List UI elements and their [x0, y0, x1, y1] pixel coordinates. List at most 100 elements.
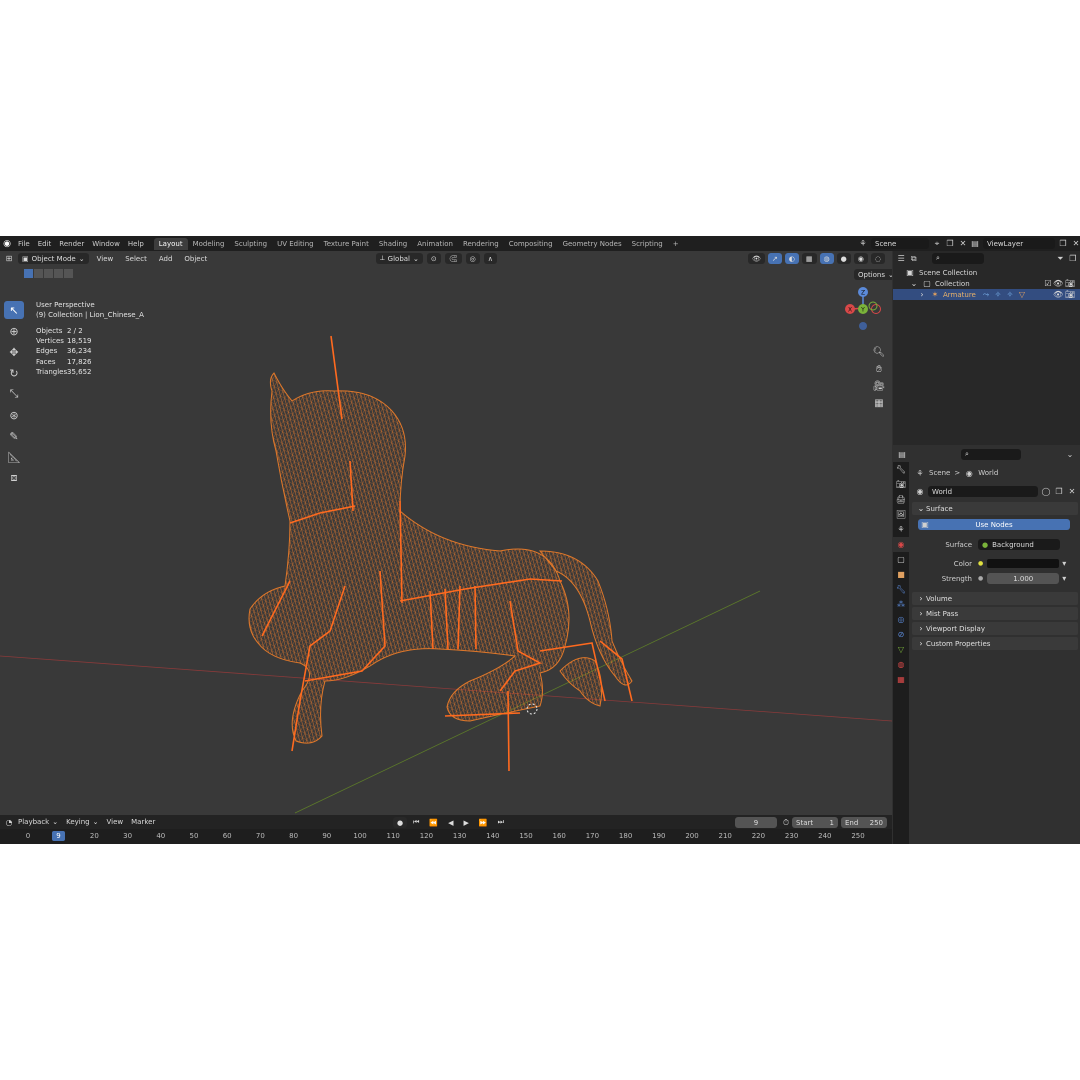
scene-icon[interactable]: ⚘ — [858, 239, 868, 248]
solid-shading-icon[interactable]: ● — [836, 253, 851, 264]
modifier-tab-icon[interactable]: 🔧︎ — [893, 582, 909, 597]
menu-object[interactable]: Object — [180, 253, 211, 264]
tab-animation[interactable]: Animation — [412, 238, 458, 250]
physics-tab-icon[interactable]: ◎ — [893, 612, 909, 627]
menu-playback[interactable]: Playback ⌄ — [14, 817, 62, 828]
render-tab-icon[interactable]: 📷︎ — [893, 477, 909, 492]
chevron-down-icon[interactable]: ▾ — [1059, 559, 1069, 568]
current-frame-input[interactable]: 9 — [735, 817, 777, 828]
snap-icon[interactable]: 🧲︎ — [444, 253, 462, 264]
outliner-search-input[interactable]: ⌕ — [931, 253, 985, 264]
panel-custom-properties[interactable]: › Custom Properties — [912, 637, 1078, 650]
world-name-field[interactable]: World — [928, 486, 1038, 497]
measure-tool-icon[interactable]: 📐︎ — [4, 448, 24, 466]
options-dropdown[interactable]: Options ⌄ — [854, 269, 892, 280]
new-collection-icon[interactable]: ❐ — [1069, 254, 1077, 263]
color-swatch[interactable] — [987, 559, 1060, 568]
expand-arrow-icon[interactable]: › — [917, 290, 927, 299]
panel-mist-pass[interactable]: › Mist Pass — [912, 607, 1078, 620]
select-new-icon[interactable] — [24, 269, 33, 278]
expand-arrow-icon[interactable]: ⌄ — [909, 279, 919, 288]
view-layer-icon[interactable]: ▤ — [970, 239, 980, 248]
render-camera-icon[interactable]: 📷︎ — [1065, 279, 1075, 288]
view-layer-field[interactable]: ViewLayer — [983, 238, 1055, 249]
xray-icon[interactable]: ▦ — [801, 253, 817, 264]
tab-geometry-nodes[interactable]: Geometry Nodes — [558, 238, 627, 250]
play-reverse-icon[interactable]: ◀ — [444, 817, 457, 828]
material-shading-icon[interactable]: ◉ — [853, 253, 868, 264]
constraints-tab-icon[interactable]: ⊘ — [893, 627, 909, 642]
strength-input[interactable]: 1.000 — [987, 573, 1060, 584]
fake-user-icon[interactable]: ◯ — [1041, 487, 1051, 496]
menu-edit[interactable]: Edit — [34, 240, 56, 248]
menu-view[interactable]: View — [93, 253, 118, 264]
output-tab-icon[interactable]: 🖨︎ — [893, 492, 909, 507]
panel-surface[interactable]: ⌄ Surface — [912, 502, 1078, 515]
visibility-icon[interactable]: 👁︎ — [748, 253, 765, 264]
select-extend-icon[interactable] — [34, 269, 43, 278]
frame-ruler[interactable]: 9 0 20 30 40 50 60 70 80 90 100 110 120 130 140 150 160… — [0, 829, 892, 844]
wireframe-shading-icon[interactable]: ◍ — [819, 253, 834, 264]
visibility-eye-icon[interactable]: 👁︎ — [1053, 290, 1063, 299]
data-tab-icon[interactable]: ▽ — [893, 642, 909, 657]
menu-window[interactable]: Window — [88, 240, 124, 248]
copy-view-layer-icon[interactable]: ❐ — [1058, 239, 1068, 248]
chevron-down-icon[interactable]: ⌄ — [1065, 450, 1075, 459]
add-workspace-button[interactable]: + — [668, 238, 684, 250]
panel-viewport-display[interactable]: › Viewport Display — [912, 622, 1078, 635]
record-icon[interactable]: ● — [393, 817, 408, 828]
world-tab-icon[interactable]: ◉ — [893, 537, 909, 552]
end-frame-input[interactable]: End 250 — [841, 817, 887, 828]
next-keyframe-icon[interactable]: ⏩ — [475, 817, 492, 828]
menu-add[interactable]: Add — [155, 253, 177, 264]
current-frame-marker[interactable]: 9 — [52, 831, 65, 841]
outliner-armature[interactable]: › ✶ Armature ⤳ ✧ ✧ ▽ 👁︎ 📷︎ — [893, 289, 1080, 300]
jump-start-icon[interactable]: ⏮ — [409, 817, 423, 828]
camera-view-icon[interactable]: 🎥︎ — [872, 381, 886, 395]
stopwatch-icon[interactable]: ⏱ — [781, 818, 791, 828]
visibility-eye-icon[interactable]: 👁︎ — [1053, 279, 1063, 288]
rotate-tool-icon[interactable]: ↻ — [4, 364, 24, 382]
collection-tab-icon[interactable]: ▢ — [893, 552, 909, 567]
editor-type-icon[interactable]: ⊞ — [4, 254, 14, 263]
zoom-icon[interactable]: 🔍︎ — [872, 347, 886, 361]
display-mode-icon[interactable]: ⧉ — [909, 254, 917, 264]
texture-tab-icon[interactable]: ▦ — [893, 672, 909, 687]
tab-modeling[interactable]: Modeling — [188, 238, 230, 250]
add-cube-tool-icon[interactable]: ⧈ — [4, 469, 24, 487]
orientation-dropdown[interactable]: ⟂ Global ⌄ — [376, 253, 423, 264]
menu-render[interactable]: Render — [55, 240, 88, 248]
tab-scripting[interactable]: Scripting — [627, 238, 668, 250]
use-nodes-button[interactable]: ▣ Use Nodes — [918, 519, 1070, 530]
pin-icon[interactable]: ⌖ — [932, 239, 942, 249]
render-camera-icon[interactable]: 📷︎ — [1065, 290, 1075, 299]
delete-view-layer-icon[interactable]: ✕ — [1071, 239, 1080, 248]
mode-dropdown[interactable]: ▣ Object Mode ⌄ — [18, 253, 89, 264]
world-icon[interactable]: ◉ — [915, 487, 925, 496]
ortho-grid-icon[interactable]: ▦ — [872, 398, 886, 412]
tab-compositing[interactable]: Compositing — [504, 238, 558, 250]
falloff-icon[interactable]: ∧ — [483, 253, 497, 264]
pan-hand-icon[interactable]: ✋︎ — [872, 364, 886, 378]
material-tab-icon[interactable]: ◍ — [893, 657, 909, 672]
jump-end-icon[interactable]: ⏭ — [494, 817, 508, 828]
outliner-editor-icon[interactable]: ☰ — [897, 254, 905, 263]
exclude-checkbox-icon[interactable]: ☑ — [1043, 279, 1053, 288]
tab-sculpting[interactable]: Sculpting — [229, 238, 272, 250]
tab-rendering[interactable]: Rendering — [458, 238, 504, 250]
select-invert-icon[interactable] — [54, 269, 63, 278]
panel-volume[interactable]: › Volume — [912, 592, 1078, 605]
menu-marker[interactable]: Marker — [127, 817, 159, 828]
tab-uv-editing[interactable]: UV Editing — [272, 238, 319, 250]
start-frame-input[interactable]: Start 1 — [792, 817, 838, 828]
delete-scene-icon[interactable]: ✕ — [958, 239, 968, 248]
properties-editor-icon[interactable]: ▤ — [897, 450, 907, 459]
menu-timeline-view[interactable]: View — [103, 817, 128, 828]
outliner-collection[interactable]: ⌄ ▢ Collection ☑ 👁︎ 📷︎ — [893, 278, 1080, 289]
properties-search-input[interactable]: ⌕ — [961, 449, 1021, 460]
play-icon[interactable]: ▶ — [460, 817, 473, 828]
tab-shading[interactable]: Shading — [374, 238, 412, 250]
copy-world-icon[interactable]: ❐ — [1054, 487, 1064, 496]
view-layer-tab-icon[interactable]: 🖼︎ — [893, 507, 909, 522]
cursor-tool-icon[interactable]: ⊕ — [4, 322, 24, 340]
